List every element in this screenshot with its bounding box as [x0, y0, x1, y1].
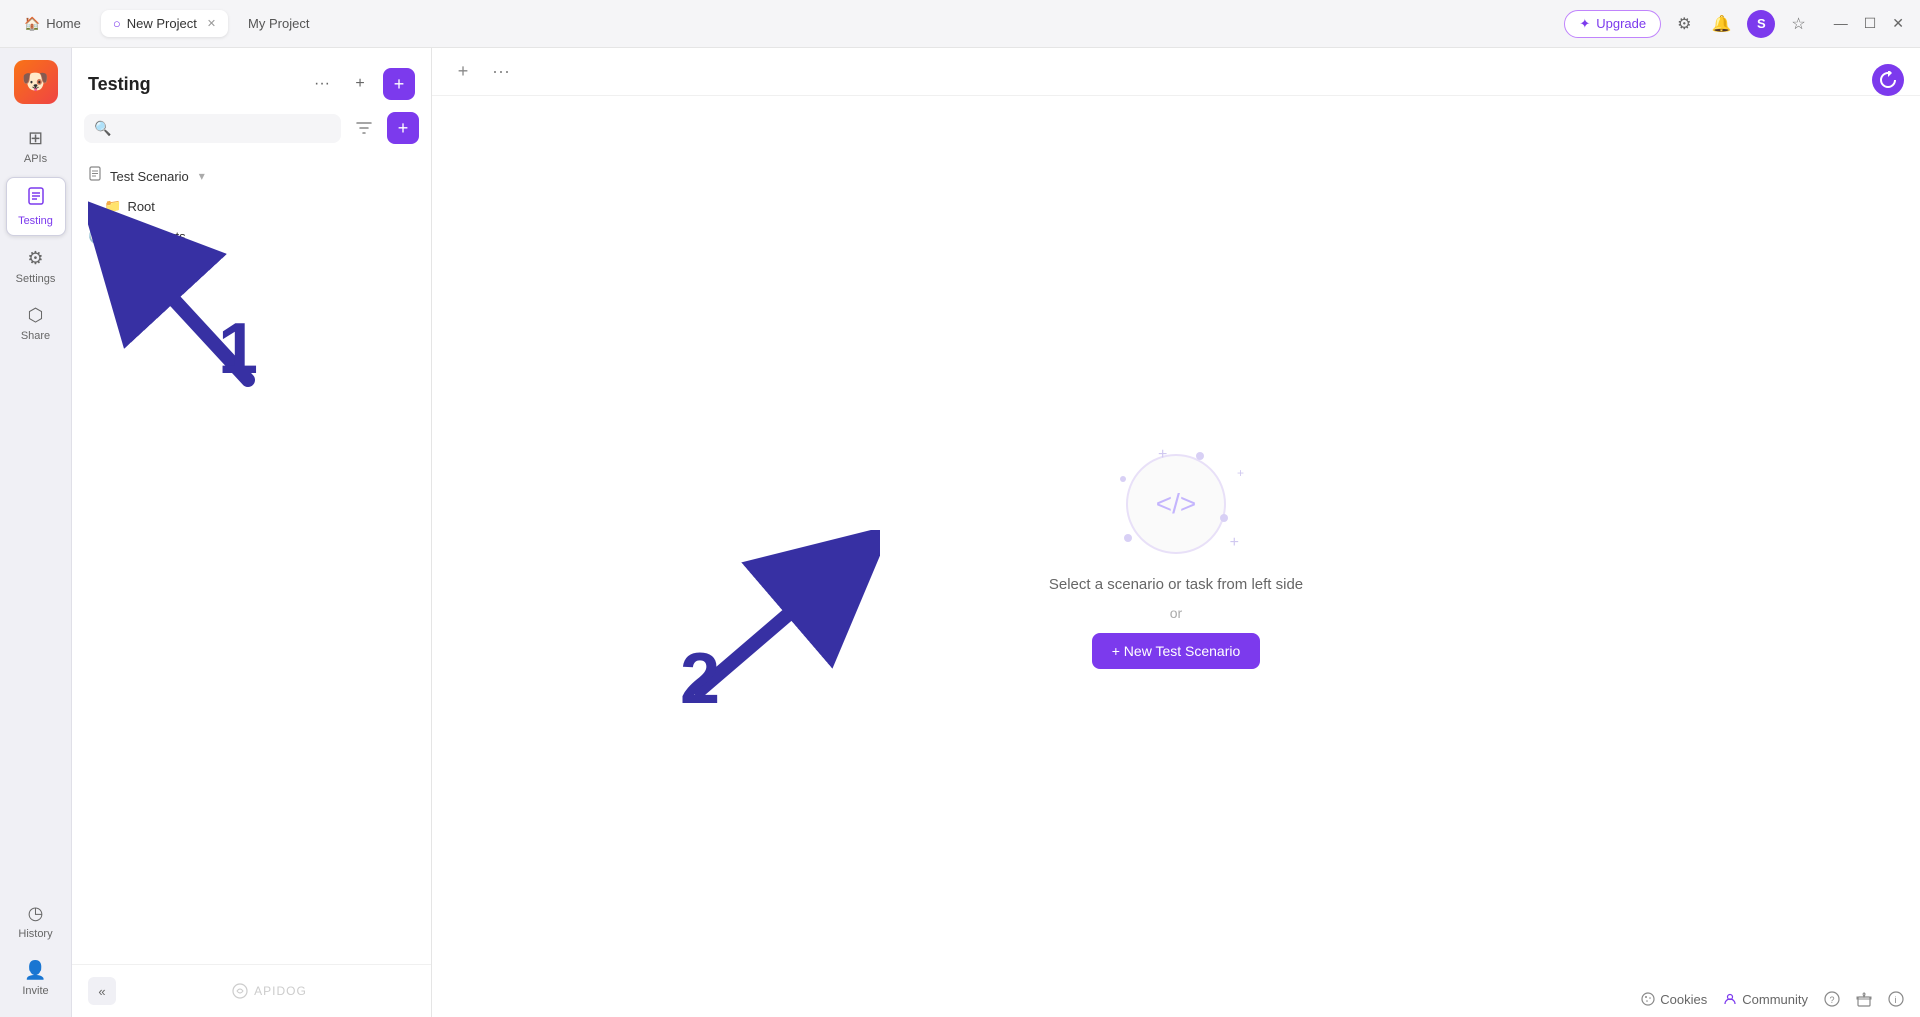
upgrade-button[interactable]: ✦ Upgrade — [1564, 10, 1661, 38]
tab-new-project-label: New Project — [127, 16, 197, 31]
invite-icon: 👤 — [24, 960, 46, 981]
bottom-bar: Cookies Community ? i — [1625, 981, 1920, 1017]
search-bar: 🔍 + — [84, 112, 419, 144]
tab-my-project-label: My Project — [248, 16, 309, 31]
clock-icon: 🕐 — [88, 227, 107, 245]
search-input[interactable] — [117, 121, 331, 136]
close-button[interactable]: ✕ — [1888, 13, 1908, 34]
panel-more-button[interactable]: ··· — [307, 69, 337, 99]
panel-add-button[interactable]: + — [383, 68, 415, 100]
app-logo[interactable]: 🐶 — [14, 60, 58, 104]
test-reports-label: Test Reports — [113, 229, 186, 244]
svg-text:?: ? — [1830, 995, 1835, 1005]
empty-state: </> + + + Select a scenario or task from… — [432, 96, 1920, 1017]
empty-text: Select a scenario or task from left side — [1049, 576, 1303, 593]
info-icon[interactable]: i — [1888, 991, 1904, 1007]
bookmark-icon[interactable]: ☆ — [1787, 10, 1809, 38]
new-scenario-label: + New Test Scenario — [1112, 643, 1241, 659]
test-scenario-label: Test Scenario — [110, 169, 189, 184]
code-brackets-icon: </> — [1156, 488, 1196, 520]
dot1 — [1196, 452, 1204, 460]
sidebar-item-share[interactable]: ⬡ Share — [6, 297, 66, 350]
folder-icon: 📁 — [104, 198, 121, 215]
apidog-label: APIDOG — [254, 984, 307, 998]
main-content: + ··· </> + + + Select a scenario or tas… — [432, 48, 1920, 1017]
user-avatar[interactable]: S — [1747, 10, 1775, 38]
app-body: 🐶 ⊞ APIs Testing ⚙ Settings ⬡ Share — [0, 48, 1920, 1017]
icon-sidebar: 🐶 ⊞ APIs Testing ⚙ Settings ⬡ Share — [0, 48, 72, 1017]
root-label: Root — [127, 199, 154, 214]
share-icon: ⬡ — [28, 305, 44, 326]
tab-home[interactable]: 🏠 Home — [12, 10, 93, 38]
gift-icon[interactable] — [1856, 991, 1872, 1007]
tab-home-label: Home — [46, 16, 81, 31]
testing-icon — [26, 186, 46, 211]
dot3 — [1220, 514, 1228, 522]
cookies-label: Cookies — [1660, 992, 1707, 1007]
panel-title: Testing — [88, 74, 151, 95]
tree-child-root[interactable]: 📁 Root — [72, 192, 431, 221]
settings-icon[interactable]: ⚙ — [1673, 10, 1695, 38]
help-icon-1[interactable]: ? — [1824, 991, 1840, 1007]
titlebar-right: ✦ Upgrade ⚙ 🔔 S ☆ — ☐ ✕ — [1564, 10, 1908, 38]
empty-icon: </> + + + — [1126, 454, 1226, 554]
sidebar-item-settings[interactable]: ⚙ Settings — [6, 240, 66, 293]
sidebar-share-label: Share — [21, 330, 50, 342]
tab-new-project[interactable]: ○ New Project ✕ — [101, 10, 228, 37]
home-icon: 🏠 — [24, 16, 40, 32]
scenario-icon — [88, 166, 104, 186]
sidebar-item-testing[interactable]: Testing — [6, 177, 66, 236]
search-input-wrap: 🔍 — [84, 114, 341, 143]
community-link[interactable]: Community — [1723, 992, 1808, 1007]
apidog-logo: APIDOG — [232, 983, 307, 999]
new-test-scenario-button[interactable]: + New Test Scenario — [1092, 633, 1261, 669]
sidebar-apis-label: APIs — [24, 153, 47, 165]
main-plus-button[interactable]: + — [448, 57, 478, 87]
dot4 — [1120, 476, 1126, 482]
sidebar-settings-label: Settings — [16, 273, 56, 285]
panel-toolbar: ··· + + — [307, 68, 415, 100]
empty-or-text: or — [1170, 605, 1182, 621]
window-controls: — ☐ ✕ — [1830, 13, 1908, 34]
community-label: Community — [1742, 992, 1808, 1007]
history-icon: ◷ — [28, 903, 44, 924]
collapse-button[interactable]: « — [88, 977, 116, 1005]
maximize-button[interactable]: ☐ — [1860, 13, 1881, 34]
sidebar-history-label: History — [18, 928, 52, 940]
sidebar-invite-label: Invite — [22, 985, 48, 997]
search-icon: 🔍 — [94, 120, 111, 137]
panel-plus-text[interactable]: + — [345, 69, 375, 99]
upgrade-label: Upgrade — [1596, 16, 1646, 31]
search-add-button[interactable]: + — [387, 112, 419, 144]
tree-caret-icon: ▾ — [199, 169, 205, 183]
refresh-bubble[interactable] — [1872, 64, 1904, 96]
svg-text:i: i — [1895, 995, 1897, 1005]
main-more-button[interactable]: ··· — [486, 57, 516, 87]
sidebar-item-history[interactable]: ◷ History — [6, 895, 66, 948]
titlebar: 🏠 Home ○ New Project ✕ My Project ✦ Upgr… — [0, 0, 1920, 48]
cookies-link[interactable]: Cookies — [1641, 992, 1707, 1007]
new-project-icon: ○ — [113, 16, 121, 31]
tab-my-project[interactable]: My Project — [236, 10, 321, 37]
panel-sidebar: Testing ··· + + 🔍 + — [72, 48, 432, 1017]
tab-close-icon[interactable]: ✕ — [207, 17, 216, 30]
main-toolbar: + ··· — [432, 48, 1920, 96]
panel-footer: « APIDOG — [72, 964, 431, 1017]
sidebar-testing-label: Testing — [18, 215, 53, 227]
app-logo-icon: 🐶 — [22, 69, 49, 95]
settings-nav-icon: ⚙ — [27, 248, 43, 269]
panel-header: Testing ··· + + — [72, 48, 431, 112]
upgrade-star-icon: ✦ — [1579, 16, 1590, 32]
minimize-button[interactable]: — — [1830, 13, 1852, 34]
dot2 — [1124, 534, 1132, 542]
tree-item-test-scenario[interactable]: Test Scenario ▾ — [72, 160, 431, 192]
panel-content: Test Scenario ▾ 📁 Root 🕐 Test Reports — [72, 156, 431, 964]
apis-icon: ⊞ — [28, 128, 43, 149]
notifications-icon[interactable]: 🔔 — [1707, 10, 1735, 38]
tree-item-test-reports[interactable]: 🕐 Test Reports — [72, 221, 431, 251]
sidebar-item-invite[interactable]: 👤 Invite — [6, 952, 66, 1005]
sidebar-item-apis[interactable]: ⊞ APIs — [6, 120, 66, 173]
filter-button[interactable] — [349, 113, 379, 143]
